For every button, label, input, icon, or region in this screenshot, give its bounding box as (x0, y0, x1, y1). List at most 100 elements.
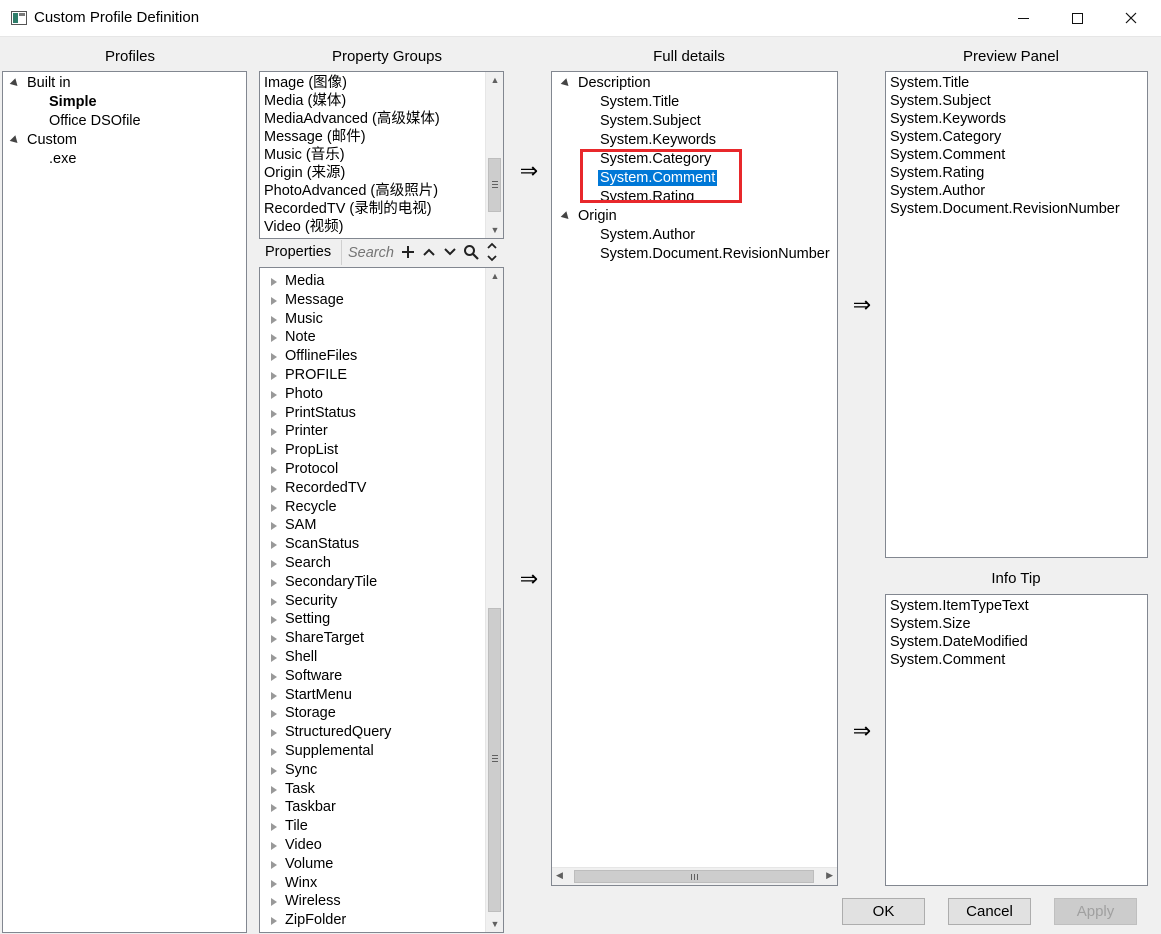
profiles-tree[interactable]: Built in Simple Office DSOfile Custom .e… (2, 71, 247, 933)
tree-item[interactable]: Supplemental (285, 742, 374, 761)
expand-arrow-icon[interactable] (271, 672, 277, 681)
chevron-down-icon[interactable] (440, 242, 460, 262)
list-item[interactable]: System.Rating (890, 164, 984, 183)
tree-item[interactable]: System.Author (600, 226, 695, 245)
expand-arrow-icon[interactable] (271, 409, 277, 418)
tree-item[interactable]: Storage (285, 704, 336, 723)
list-item[interactable]: System.Subject (890, 92, 991, 111)
tree-item[interactable]: Taskbar (285, 798, 336, 817)
list-item[interactable]: System.Title (890, 74, 969, 93)
tree-item[interactable]: Protocol (285, 460, 338, 479)
tree-item[interactable]: Media (285, 272, 325, 291)
full-details-hscrollbar[interactable]: ◀ ▶ (552, 867, 837, 885)
list-item[interactable]: MediaAdvanced (高级媒体) (264, 110, 440, 129)
tree-group-description[interactable]: Description (578, 74, 651, 93)
tree-item-office-dsofile[interactable]: Office DSOfile (49, 112, 141, 131)
list-item[interactable]: Music (音乐) (264, 146, 345, 165)
expand-arrow-icon[interactable] (271, 917, 277, 926)
tree-item[interactable]: SecondaryTile (285, 573, 377, 592)
expand-arrow-icon[interactable] (271, 616, 277, 625)
scroll-thumb[interactable] (574, 870, 814, 883)
expand-arrow-icon[interactable] (271, 710, 277, 719)
expand-icon[interactable] (9, 78, 21, 89)
tree-item[interactable]: Recycle (285, 498, 337, 517)
list-item[interactable]: System.Document.RevisionNumber (890, 200, 1120, 219)
expand-arrow-icon[interactable] (271, 541, 277, 550)
tree-item[interactable]: ShareTarget (285, 629, 364, 648)
expand-arrow-icon[interactable] (271, 278, 277, 286)
list-item[interactable]: Message (邮件) (264, 128, 366, 147)
expand-arrow-icon[interactable] (271, 578, 277, 587)
expand-arrow-icon[interactable] (271, 372, 277, 380)
expand-arrow-icon[interactable] (271, 691, 277, 700)
preview-panel-list[interactable]: System.Title System.Subject System.Keyword… (885, 71, 1148, 558)
property-groups-list[interactable]: Image (图像) Media (媒体) MediaAdvanced (高级媒… (259, 71, 504, 239)
expand-arrow-icon[interactable] (271, 785, 277, 794)
add-to-preview-arrow[interactable]: ⇒ (847, 292, 877, 318)
tree-item[interactable]: Music (285, 310, 323, 329)
scroll-left-arrow-icon[interactable]: ◀ (556, 870, 563, 881)
tree-item[interactable]: Task (285, 780, 315, 799)
tree-item[interactable]: PrintStatus (285, 404, 356, 423)
list-item[interactable]: System.Size (890, 615, 971, 634)
expand-arrow-icon[interactable] (271, 466, 277, 474)
list-item[interactable]: Video (视频) (264, 218, 344, 237)
expand-arrow-icon[interactable] (271, 729, 277, 738)
expand-arrow-icon[interactable] (271, 804, 277, 813)
list-item[interactable]: Image (图像) (264, 74, 347, 93)
tree-item[interactable]: RecordedTV (285, 479, 366, 498)
tree-item[interactable]: Message (285, 291, 344, 310)
tree-item[interactable]: System.Document.RevisionNumber (600, 245, 830, 264)
plus-icon[interactable] (398, 242, 418, 262)
add-to-info-tip-arrow[interactable]: ⇒ (847, 718, 877, 744)
list-item[interactable]: Media (媒体) (264, 92, 346, 111)
minimize-button[interactable] (1000, 0, 1046, 36)
add-to-full-details-arrow[interactable]: ⇒ (514, 158, 544, 184)
expand-arrow-icon[interactable] (271, 766, 277, 775)
expand-arrow-icon[interactable] (271, 635, 277, 644)
expand-arrow-icon[interactable] (271, 334, 277, 343)
list-item[interactable]: System.Category (890, 128, 1001, 147)
expand-icon[interactable] (560, 211, 572, 222)
tree-item-custom[interactable]: Custom (27, 131, 77, 150)
expand-arrow-icon[interactable] (271, 428, 277, 437)
tree-item[interactable]: System.Keywords (600, 131, 716, 150)
expand-arrow-icon[interactable] (271, 447, 277, 456)
add-property-arrow[interactable]: ⇒ (514, 566, 544, 592)
property-groups-scrollbar[interactable]: ▲ ▼ (485, 72, 503, 238)
list-item[interactable]: PhotoAdvanced (高级照片) (264, 182, 438, 201)
expand-arrow-icon[interactable] (271, 315, 277, 324)
properties-search-input[interactable] (346, 241, 404, 264)
scroll-thumb[interactable] (488, 608, 501, 912)
scroll-down-arrow-icon[interactable]: ▼ (486, 222, 503, 238)
tree-item[interactable]: Volume (285, 855, 333, 874)
scroll-right-arrow-icon[interactable]: ▶ (826, 870, 833, 881)
tree-item[interactable]: StartMenu (285, 686, 352, 705)
tree-item-built-in[interactable]: Built in (27, 74, 71, 93)
expand-arrow-icon[interactable] (271, 597, 277, 606)
tree-group-origin[interactable]: Origin (578, 207, 617, 226)
ok-button[interactable]: OK (842, 898, 925, 925)
expand-collapse-icon[interactable] (482, 242, 502, 262)
tree-item[interactable]: Search (285, 554, 331, 573)
tree-item[interactable]: System.Title (600, 93, 679, 112)
scroll-up-arrow-icon[interactable]: ▲ (486, 268, 503, 284)
tree-item[interactable]: OfflineFiles (285, 347, 357, 366)
tree-item[interactable]: PROFILE (285, 366, 347, 385)
list-item[interactable]: System.ItemTypeText (890, 597, 1029, 616)
scroll-down-arrow-icon[interactable]: ▼ (486, 916, 503, 932)
tree-item[interactable]: Security (285, 592, 337, 611)
expand-arrow-icon[interactable] (271, 484, 277, 493)
tree-item[interactable]: Shell (285, 648, 317, 667)
tree-item[interactable]: ScanStatus (285, 535, 359, 554)
tree-item[interactable]: Tile (285, 817, 308, 836)
tree-item[interactable]: Wireless (285, 892, 341, 911)
apply-button[interactable]: Apply (1054, 898, 1137, 925)
tree-item[interactable]: Note (285, 328, 316, 347)
tree-item-exe[interactable]: .exe (49, 150, 76, 169)
cancel-button[interactable]: Cancel (948, 898, 1031, 925)
tree-item[interactable]: SAM (285, 516, 316, 535)
tree-item[interactable]: ZipFolder (285, 911, 346, 930)
list-item[interactable]: System.DateModified (890, 633, 1028, 652)
expand-arrow-icon[interactable] (271, 390, 277, 399)
